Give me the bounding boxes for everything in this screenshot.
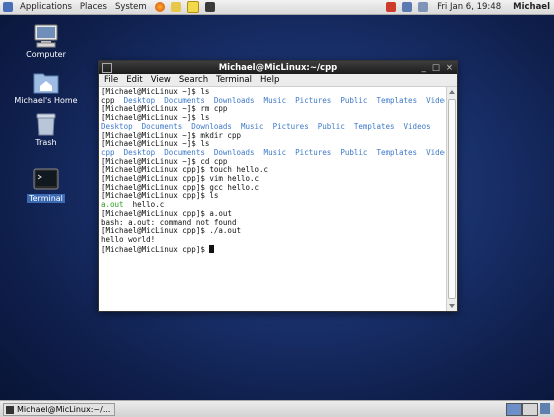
trash-applet-icon[interactable]	[540, 403, 550, 414]
gnome-foot-icon[interactable]	[3, 2, 13, 12]
terminal-text: [Michael@MicLinux ~]$ rm cpp	[101, 104, 228, 114]
terminal-text: [Michael@MicLinux ~]$ ls	[101, 139, 210, 149]
terminal-icon	[33, 168, 59, 192]
vertical-scrollbar[interactable]	[446, 87, 457, 311]
executable-name: a.out	[101, 200, 124, 210]
terminal-text: [Michael@MicLinux cpp]$	[101, 244, 210, 254]
terminal-text: [Michael@MicLinux ~]$ mkdir cpp	[101, 130, 241, 140]
menu-applications[interactable]: Applications	[16, 2, 76, 12]
taskbar-window-button[interactable]: Michael@MicLinux:~/...	[3, 403, 115, 416]
menu-edit[interactable]: Edit	[121, 75, 145, 85]
terminal-launcher-icon[interactable]	[204, 2, 215, 12]
desktop-icon-trash[interactable]: Trash	[11, 112, 81, 147]
desktop-icon-computer[interactable]: Computer	[11, 24, 81, 59]
terminal-text: bash: a.out: command not found	[101, 217, 237, 227]
terminal-text: cpp	[101, 95, 124, 105]
minimize-button[interactable]: _	[422, 63, 426, 73]
terminal-text: [Michael@MicLinux cpp]$ ls	[101, 191, 219, 201]
trash-icon	[33, 112, 59, 136]
terminal-output[interactable]: [Michael@MicLinux ~]$ ls cpp Desktop Docu…	[101, 88, 445, 311]
desktop-icon-terminal[interactable]: Terminal	[11, 168, 81, 203]
bottom-panel: Michael@MicLinux:~/...	[0, 400, 554, 417]
desktop-icon-label: Trash	[35, 138, 57, 147]
terminal-text: hello world!	[101, 234, 156, 244]
terminal-text: hello.c	[123, 200, 165, 210]
panel-user[interactable]: Michael	[507, 2, 554, 12]
close-button[interactable]: ×	[446, 63, 453, 73]
menu-search[interactable]: Search	[174, 75, 211, 85]
terminal-small-icon	[6, 405, 14, 414]
terminal-text: [Michael@MicLinux ~]$ ls	[101, 113, 210, 123]
taskbar-window-label: Michael@MicLinux:~/...	[17, 405, 111, 414]
terminal-text: [Michael@MicLinux ~]$ cd cpp	[101, 156, 228, 166]
desktop-icon-home[interactable]: Michael's Home	[11, 70, 81, 105]
terminal-text: [Michael@MicLinux cpp]$ ./a.out	[101, 226, 241, 236]
terminal-text: [Michael@MicLinux cpp]$ gcc hello.c	[101, 182, 260, 192]
desktop-icon-label: Michael's Home	[14, 96, 78, 105]
workspace-1[interactable]	[506, 403, 522, 416]
maximize-button[interactable]: □	[432, 63, 440, 73]
panel-clock[interactable]: Fri Jan 6, 19:48	[431, 2, 507, 12]
terminal-body[interactable]: [Michael@MicLinux ~]$ ls cpp Desktop Docu…	[99, 87, 457, 311]
scrollbar-thumb[interactable]	[448, 99, 456, 299]
computer-icon	[33, 24, 59, 48]
notes-icon[interactable]	[186, 1, 199, 13]
network-icon[interactable]	[386, 2, 397, 12]
volume-icon[interactable]	[402, 2, 413, 12]
window-title: Michael@MicLinux:~/cpp	[218, 62, 338, 73]
directory-listing: Desktop Documents Downloads Music Pictur…	[101, 121, 431, 131]
update-icon[interactable]	[418, 2, 429, 12]
terminal-text: [Michael@MicLinux cpp]$ vim hello.c	[101, 174, 260, 184]
window-menu-icon[interactable]	[102, 63, 112, 73]
menu-system[interactable]: System	[111, 2, 151, 12]
firefox-icon[interactable]	[154, 2, 165, 12]
evolution-mail-icon[interactable]	[170, 2, 181, 12]
menu-view[interactable]: View	[146, 75, 174, 85]
terminal-cursor	[209, 244, 215, 253]
terminal-line: hello world!	[101, 234, 445, 245]
terminal-text: [Michael@MicLinux cpp]$ a.out	[101, 208, 232, 218]
workspace-2[interactable]	[522, 403, 538, 416]
scroll-up-arrow-icon[interactable]	[449, 90, 455, 94]
menu-help[interactable]: Help	[255, 75, 282, 85]
window-titlebar[interactable]: Michael@MicLinux:~/cpp _ □ ×	[99, 61, 457, 74]
directory-listing: cpp Desktop Documents Downloads Music Pi…	[101, 147, 445, 157]
menu-places[interactable]: Places	[76, 2, 111, 12]
terminal-line: [Michael@MicLinux cpp]$	[101, 244, 445, 255]
terminal-menubar: File Edit View Search Terminal Help	[99, 74, 457, 87]
home-folder-icon	[33, 70, 59, 94]
desktop-icon-label: Terminal	[27, 194, 65, 203]
scroll-down-arrow-icon[interactable]	[449, 304, 455, 308]
menu-terminal[interactable]: Terminal	[211, 75, 255, 85]
terminal-text: [Michael@MicLinux cpp]$ touch hello.c	[101, 165, 269, 175]
top-panel: Applications Places System Fri Jan 6, 19…	[0, 0, 554, 15]
desktop-icon-label: Computer	[26, 50, 66, 59]
menu-file[interactable]: File	[99, 75, 121, 85]
terminal-window[interactable]: Michael@MicLinux:~/cpp _ □ × File Edit V…	[98, 60, 458, 312]
directory-listing: Desktop Documents Downloads Music Pictur…	[123, 95, 445, 105]
